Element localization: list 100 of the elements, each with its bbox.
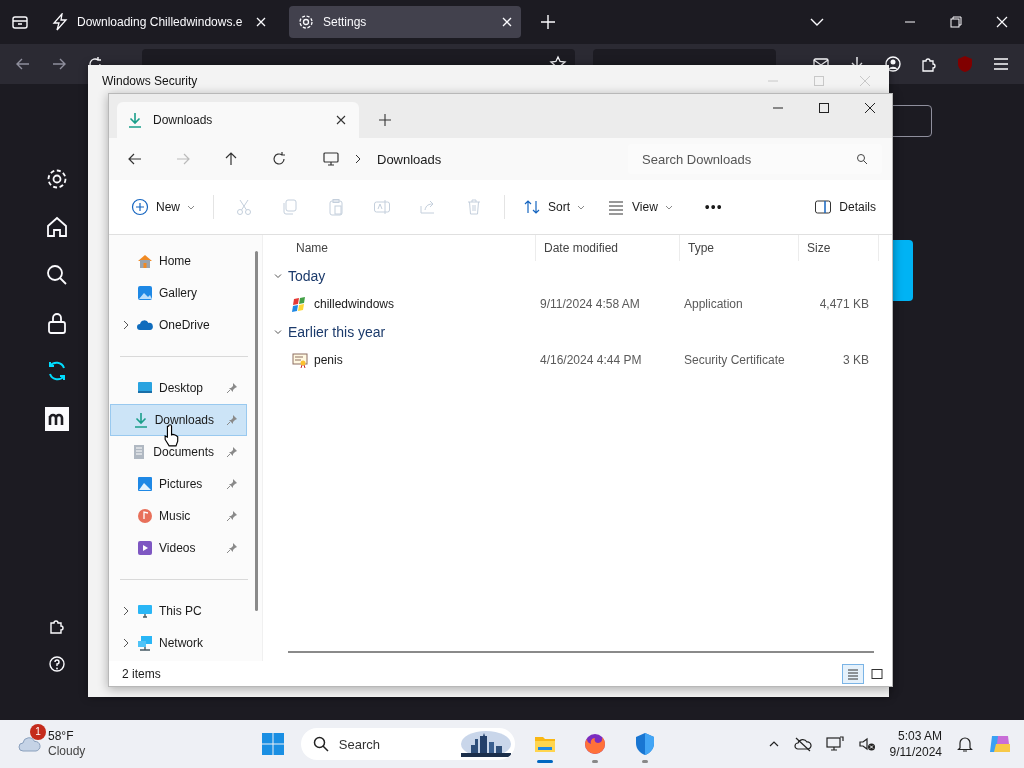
logo-icon — [45, 406, 69, 431]
new-button[interactable]: New — [127, 194, 199, 220]
clock[interactable]: 5:03 AM 9/11/2024 — [889, 728, 942, 760]
download-icon — [132, 412, 149, 428]
tab-list-icon[interactable] — [11, 13, 29, 31]
cloud-icon — [137, 317, 153, 333]
type-cell-text: Application — [683, 297, 744, 311]
music-icon — [137, 508, 153, 524]
expand-icon[interactable] — [121, 320, 131, 330]
file-name[interactable]: penis — [314, 353, 343, 367]
chevron-right-icon — [353, 154, 363, 164]
volume-muted-icon[interactable] — [857, 735, 876, 753]
bell-icon[interactable] — [956, 735, 974, 753]
sort-button[interactable]: Sort — [519, 194, 590, 220]
details-pane-icon — [814, 198, 833, 216]
extensions-icon — [48, 617, 66, 635]
home-icon — [137, 253, 153, 269]
caret-icon — [187, 203, 195, 211]
pc-icon — [137, 603, 153, 619]
column-header[interactable]: Type — [680, 235, 799, 261]
pictures-icon — [137, 476, 153, 492]
nav-item[interactable]: Pictures — [110, 468, 247, 500]
nav-item[interactable]: Videos — [110, 532, 247, 564]
browser-tab[interactable]: Settings — [289, 6, 521, 38]
desktop-icon — [137, 380, 153, 396]
settings-category[interactable] — [45, 214, 69, 239]
column-header[interactable]: Size — [799, 235, 879, 261]
monitor-icon — [323, 151, 339, 167]
more-button[interactable]: ••• — [700, 195, 727, 219]
account-icon[interactable] — [884, 55, 902, 73]
settings-category[interactable] — [45, 406, 69, 431]
scrollbar[interactable] — [288, 651, 874, 653]
view-button[interactable]: View — [603, 194, 677, 220]
group-header[interactable]: Earlier this year — [274, 317, 892, 347]
new-tab-icon[interactable] — [379, 114, 391, 126]
nav-item[interactable]: Home — [110, 245, 247, 277]
help-icon — [48, 655, 66, 673]
column-header[interactable]: Name — [288, 235, 536, 261]
plus-icon — [131, 198, 149, 216]
cloud-off-icon[interactable] — [793, 735, 812, 753]
refresh-icon[interactable] — [271, 151, 287, 167]
scrollbar[interactable] — [255, 251, 258, 611]
certificate-icon — [292, 352, 308, 368]
close-icon[interactable] — [335, 114, 347, 126]
weather-condition: Cloudy — [48, 744, 86, 759]
nav-item[interactable]: Desktop — [110, 372, 247, 404]
expand-icon[interactable] — [121, 606, 131, 616]
file-name[interactable]: chilledwindows — [314, 297, 395, 311]
menu-icon[interactable] — [992, 55, 1010, 73]
size-cell-text: 3 KB — [842, 353, 870, 367]
explorer-tab[interactable]: Downloads — [117, 102, 359, 138]
date-cell-text: 9/11/2024 4:58 AM — [539, 297, 641, 311]
item-count: 2 items — [122, 666, 161, 681]
collapse-icon — [274, 328, 282, 336]
caret-icon — [664, 203, 673, 211]
home-icon — [45, 214, 69, 239]
back-icon[interactable] — [127, 151, 143, 167]
search-icon — [312, 736, 329, 752]
browser-tab[interactable]: Downloading Chilledwindows.e — [43, 6, 275, 38]
nav-item[interactable]: Music — [110, 500, 247, 532]
nav-item[interactable]: Downloads — [110, 404, 247, 436]
up-icon[interactable] — [223, 151, 239, 167]
extensions-icon[interactable] — [920, 55, 938, 73]
search-icon — [45, 262, 69, 287]
start-icon[interactable] — [260, 732, 285, 756]
nav-item[interactable]: This PC — [110, 595, 247, 627]
settings-category[interactable] — [45, 262, 69, 287]
sort-icon — [523, 198, 541, 216]
nav-item[interactable]: Network — [110, 627, 247, 659]
gallery-icon — [137, 285, 153, 301]
caret-icon — [577, 203, 586, 211]
network-icon — [137, 635, 153, 651]
lock-icon — [45, 310, 69, 335]
maximize-icon[interactable] — [818, 102, 830, 114]
lightning-icon — [51, 13, 69, 31]
videos-icon — [137, 540, 153, 556]
search-icon — [856, 153, 868, 165]
settings-icon — [297, 13, 315, 31]
details-button[interactable]: Details — [810, 194, 880, 220]
close-icon[interactable] — [864, 102, 876, 114]
breadcrumb[interactable]: Downloads — [377, 151, 442, 167]
list-icon — [607, 198, 626, 216]
type-cell-text: Security Certificate — [683, 353, 786, 367]
nav-item[interactable]: Documents — [110, 436, 247, 468]
application-icon — [292, 296, 308, 312]
temperature: 58°F — [48, 729, 75, 744]
expand-icon[interactable] — [121, 638, 131, 648]
taskbar-search[interactable]: Search — [300, 728, 515, 760]
nav-item[interactable]: OneDrive — [110, 309, 247, 341]
download-icon — [127, 112, 143, 128]
column-header[interactable]: Date modified — [536, 235, 680, 261]
nav-item[interactable]: Gallery — [110, 277, 247, 309]
group-header[interactable]: Today — [274, 261, 892, 291]
network-icon[interactable] — [825, 735, 844, 753]
settings-category[interactable] — [45, 310, 69, 335]
restore-icon[interactable] — [950, 16, 962, 28]
settings-link[interactable] — [48, 654, 66, 674]
collapse-icon — [274, 272, 282, 280]
window-title: Windows Security — [102, 74, 198, 88]
notification-badge: 1 — [30, 724, 46, 740]
